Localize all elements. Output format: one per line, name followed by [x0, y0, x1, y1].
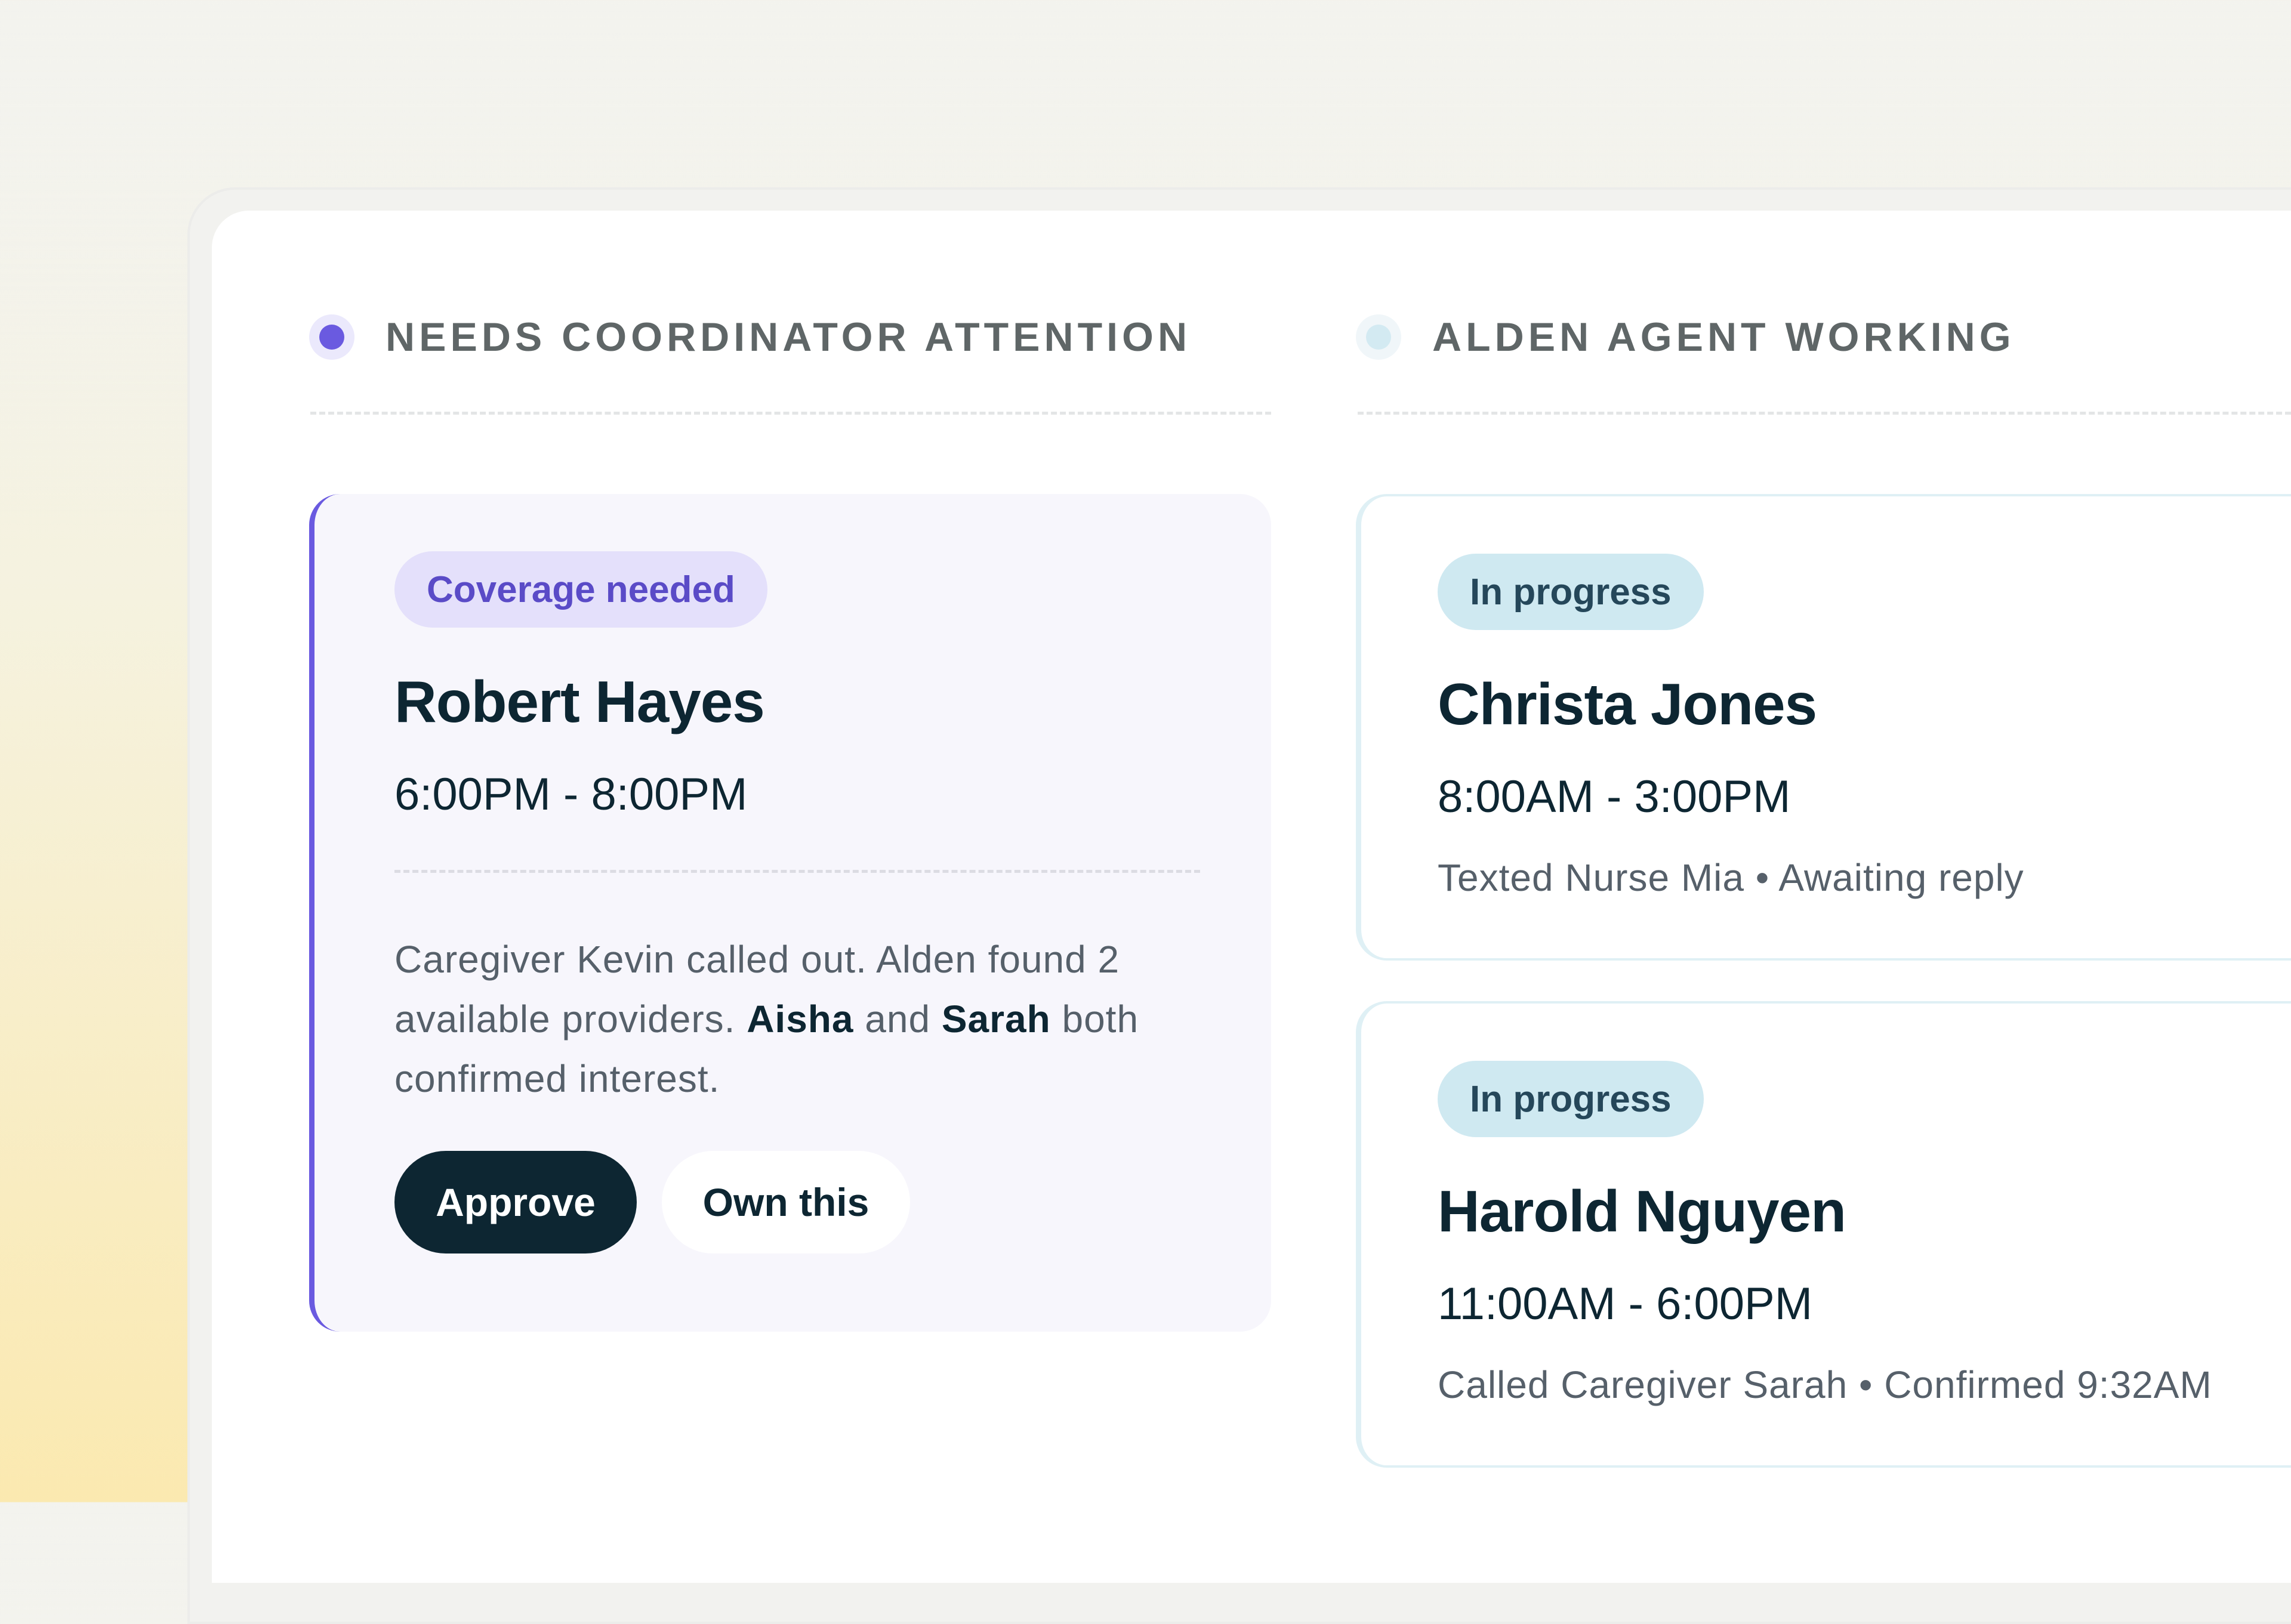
- column-title: NEEDS COORDINATOR ATTENTION: [386, 314, 1192, 360]
- column-title: ALDEN AGENT WORKING: [1432, 314, 2015, 360]
- task-card-harold-nguyen[interactable]: In progress Harold Nguyen 11:00AM - 6:00…: [1356, 1001, 2291, 1468]
- task-card-christa-jones[interactable]: In progress Christa Jones 8:00AM - 3:00P…: [1356, 494, 2291, 961]
- provider-name: Sarah: [941, 998, 1051, 1041]
- task-card-robert-hayes[interactable]: Coverage needed Robert Hayes 6:00PM - 8:…: [309, 494, 1271, 1332]
- shift-time: 8:00AM - 3:00PM: [1438, 771, 1791, 822]
- status-badge: Coverage needed: [394, 551, 767, 628]
- status-badge: In progress: [1438, 1061, 1704, 1137]
- own-this-button[interactable]: Own this: [662, 1151, 910, 1253]
- column-header-attention: NEEDS COORDINATOR ATTENTION: [309, 310, 1191, 364]
- card-description: Caregiver Kevin called out. Alden found …: [394, 938, 1139, 1100]
- shift-time: 6:00PM - 8:00PM: [394, 769, 748, 820]
- shift-time: 11:00AM - 6:00PM: [1438, 1279, 1813, 1329]
- column-header-working: ALDEN AGENT WORKING: [1356, 310, 2015, 364]
- agent-status: Called Caregiver Sarah • Confirmed 9:32A…: [1438, 1363, 2212, 1406]
- status-dot-icon: [309, 314, 354, 360]
- agent-status: Texted Nurse Mia • Awaiting reply: [1438, 856, 2024, 899]
- client-name: Christa Jones: [1438, 671, 1817, 737]
- approve-button[interactable]: Approve: [394, 1151, 637, 1253]
- status-dot-icon: [1356, 314, 1401, 360]
- divider: [310, 412, 1271, 415]
- status-badge: In progress: [1438, 554, 1704, 630]
- divider: [394, 870, 1200, 873]
- client-name: Robert Hayes: [394, 669, 765, 734]
- divider: [1358, 412, 2291, 415]
- provider-name: Aisha: [747, 998, 854, 1041]
- client-name: Harold Nguyen: [1438, 1178, 1846, 1244]
